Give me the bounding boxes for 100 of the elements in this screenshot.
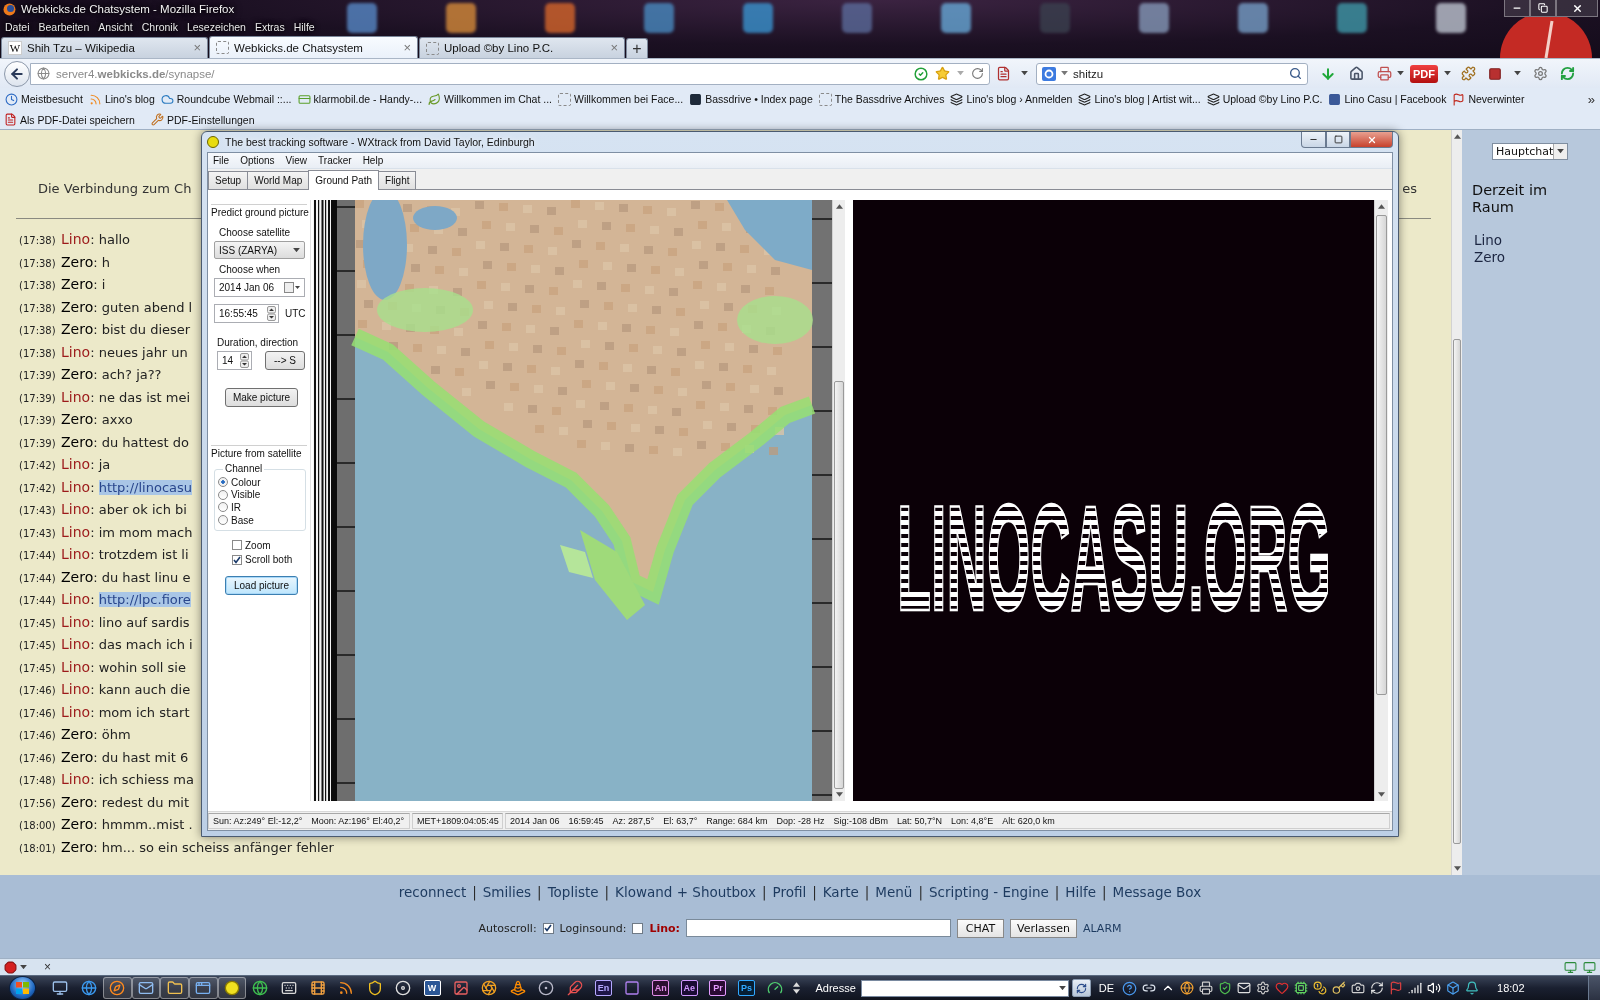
- folder-icon[interactable]: [166, 980, 183, 996]
- menu-item[interactable]: Ansicht: [98, 21, 133, 33]
- room-dropdown[interactable]: Hauptchat: [1492, 143, 1568, 160]
- gauge-icon[interactable]: [767, 980, 784, 996]
- signal-icon[interactable]: [1408, 981, 1423, 995]
- key-icon[interactable]: [1332, 981, 1347, 995]
- menu-item[interactable]: Bearbeiten: [38, 21, 90, 33]
- address-field[interactable]: server4.webkicks.de/synapse/: [30, 62, 990, 85]
- maximize-icon[interactable]: [1333, 135, 1343, 144]
- bookmark-item[interactable]: Lino Casu | Facebook: [1328, 92, 1449, 106]
- time-spinner[interactable]: 16:55:45: [214, 304, 279, 323]
- menu-item[interactable]: View: [285, 155, 308, 166]
- reload-icon[interactable]: [971, 67, 984, 80]
- vertical-scrollbar[interactable]: [1374, 200, 1388, 801]
- shield-check-icon[interactable]: [1218, 981, 1233, 995]
- box-icon[interactable]: [1446, 981, 1461, 995]
- footer-link[interactable]: Klowand + Shoutbox: [615, 884, 756, 900]
- chat-button[interactable]: CHAT: [956, 918, 1004, 938]
- scrollbar-thumb[interactable]: [1376, 215, 1387, 695]
- menu-item[interactable]: Tracker: [318, 155, 352, 166]
- vertical-scrollbar[interactable]: [1451, 130, 1462, 875]
- taskbar-button[interactable]: Ps: [732, 977, 761, 999]
- duration-spinner[interactable]: 14: [217, 351, 252, 370]
- satellite-dropdown[interactable]: ISS (ZARYA): [214, 241, 305, 259]
- calendar-icon[interactable]: [284, 282, 300, 293]
- up-arrow-icon[interactable]: [1453, 134, 1461, 139]
- footer-link[interactable]: Menü: [875, 884, 913, 900]
- caret-icon[interactable]: [1557, 149, 1565, 154]
- desktop-shortcut-icon[interactable]: [1238, 3, 1268, 33]
- tab[interactable]: Setup: [208, 171, 249, 189]
- user-list-item[interactable]: Lino: [1474, 232, 1503, 249]
- browser-tab[interactable]: Upload ©by Lino P.C. ×: [419, 37, 625, 58]
- taskbar-button[interactable]: [160, 977, 189, 999]
- search-icon[interactable]: [1289, 67, 1302, 80]
- monitor-icon[interactable]: [52, 980, 69, 996]
- bookmark-item[interactable]: Lino's blog › Anmelden: [950, 92, 1075, 106]
- date-picker[interactable]: 2014 Jan 06: [214, 278, 305, 297]
- go-button[interactable]: [1071, 979, 1091, 997]
- restore-icon[interactable]: [1538, 3, 1548, 13]
- flag-icon[interactable]: [1389, 981, 1404, 995]
- circle-dot-icon[interactable]: [538, 980, 555, 996]
- selected-link[interactable]: http://linocasu: [98, 479, 193, 495]
- tab[interactable]: World Map: [247, 171, 310, 189]
- speaker-icon[interactable]: [1427, 981, 1442, 995]
- browser-tab[interactable]: W Shih Tzu – Wikipedia ×: [1, 37, 208, 58]
- bookmark-item[interactable]: Bassdrive • Index page: [689, 92, 815, 106]
- maximize-button[interactable]: [1326, 132, 1350, 148]
- caret-icon[interactable]: [293, 247, 300, 253]
- star-icon[interactable]: [935, 66, 950, 81]
- caret-icon[interactable]: [1397, 71, 1404, 76]
- footer-link[interactable]: Message Box: [1112, 884, 1202, 900]
- mail-icon[interactable]: [1237, 981, 1252, 995]
- keyboard-icon[interactable]: [281, 980, 298, 996]
- settings-icon[interactable]: [1256, 981, 1271, 995]
- help-icon[interactable]: [1122, 980, 1138, 996]
- footer-link[interactable]: Smilies: [482, 884, 532, 900]
- square-icon[interactable]: [624, 980, 641, 996]
- globe-icon[interactable]: [80, 980, 97, 996]
- checkbox[interactable]: [232, 554, 242, 565]
- globe-icon[interactable]: [252, 980, 269, 996]
- image-icon[interactable]: [452, 980, 469, 996]
- shield-icon[interactable]: [366, 980, 383, 996]
- square-icon[interactable]: [1488, 66, 1502, 81]
- up-arrow-icon[interactable]: [793, 982, 801, 987]
- selected-link[interactable]: http://lpc.fiore: [98, 592, 191, 607]
- caret-icon[interactable]: [1021, 71, 1028, 76]
- bookmark-item[interactable]: Willkommen im Chat ...: [428, 92, 555, 106]
- show-desktop-button[interactable]: [1588, 975, 1600, 1000]
- tab[interactable]: Ground Path: [308, 170, 380, 190]
- bookmark-item[interactable]: Roundcube Webmail ::...: [160, 92, 294, 106]
- mail-icon[interactable]: [138, 980, 155, 996]
- user-list-item[interactable]: Zero: [1474, 249, 1506, 266]
- heart-icon[interactable]: [1275, 981, 1290, 995]
- down-arrow-icon[interactable]: [1453, 866, 1461, 871]
- menu-item[interactable]: Extras: [254, 21, 285, 33]
- feather-icon[interactable]: [567, 980, 583, 996]
- rss-icon[interactable]: [338, 980, 355, 996]
- taskbar-button[interactable]: [217, 977, 247, 999]
- desktop-shortcut-icon[interactable]: [1436, 3, 1466, 33]
- film-icon[interactable]: [309, 980, 326, 996]
- caret-icon[interactable]: [1444, 71, 1451, 76]
- scrollbar-thumb[interactable]: [834, 381, 844, 789]
- checkbox[interactable]: [542, 922, 554, 934]
- down-arrow-icon[interactable]: [835, 792, 843, 797]
- menu-item[interactable]: Help: [362, 155, 384, 166]
- footer-link[interactable]: Karte: [822, 884, 859, 900]
- compass-icon[interactable]: [109, 980, 126, 996]
- bookmark-item[interactable]: Willkommen bei Face...: [558, 92, 686, 106]
- start-button[interactable]: [9, 976, 36, 1000]
- menu-item[interactable]: Lesezeichen: [186, 21, 246, 33]
- camera-icon[interactable]: [1351, 981, 1366, 995]
- checkbox[interactable]: [232, 540, 242, 551]
- circle-icon[interactable]: [223, 980, 240, 996]
- bookmark-item[interactable]: Lino's blog: [88, 92, 157, 106]
- make-picture-button[interactable]: Make picture: [225, 388, 298, 407]
- bookmark-item[interactable]: klarmobil.de - Handy-...: [297, 92, 425, 106]
- chip-icon[interactable]: [1294, 981, 1309, 995]
- traffic-cone-icon[interactable]: [509, 980, 526, 996]
- new-tab-button[interactable]: +: [626, 38, 648, 58]
- printer-icon[interactable]: [1199, 981, 1214, 995]
